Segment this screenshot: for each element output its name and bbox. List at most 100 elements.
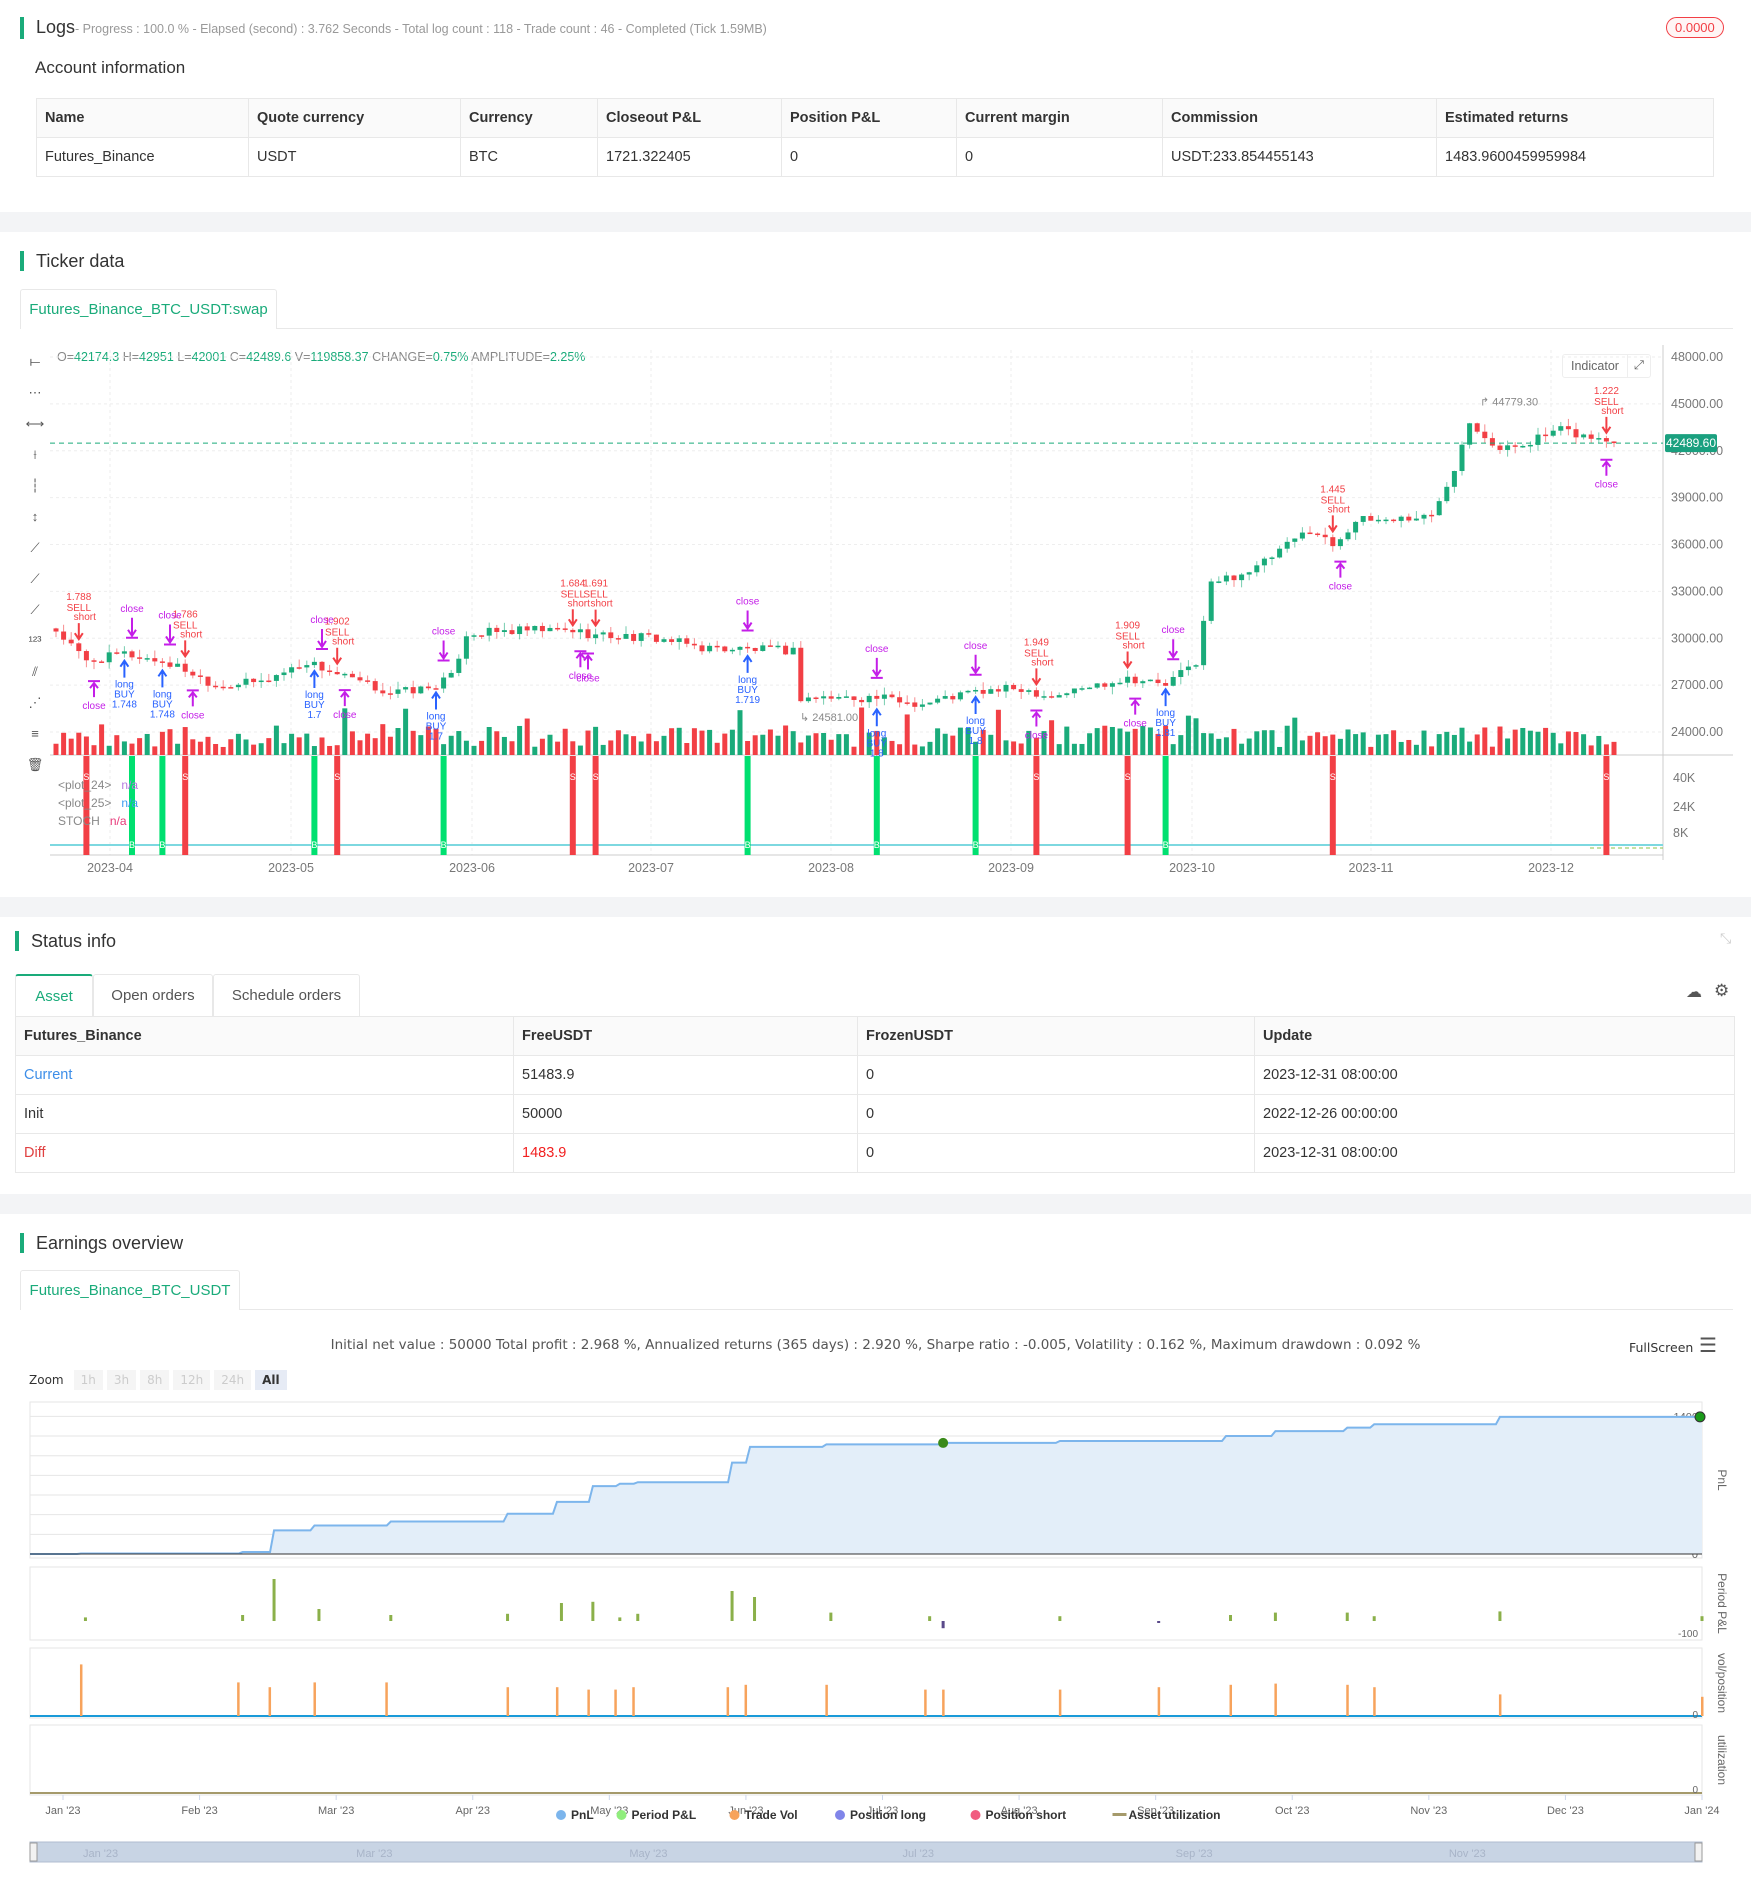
volume-bar	[1178, 735, 1184, 755]
zoom-8h[interactable]: 8h	[140, 1370, 170, 1390]
trade-vol-bar	[313, 1682, 316, 1716]
volume-bar	[251, 744, 257, 755]
volume-bar	[783, 725, 789, 755]
legend-item[interactable]: Asset utilization	[1129, 1808, 1221, 1822]
volume-bar	[243, 739, 249, 755]
volume-bar	[1398, 741, 1404, 755]
candle-body	[623, 633, 629, 639]
legend-item[interactable]: Position short	[986, 1808, 1067, 1822]
volume-bar	[1603, 744, 1609, 755]
close-label: close	[1025, 731, 1049, 742]
navigator-handle[interactable]	[29, 1842, 38, 1862]
volume-bar	[729, 729, 735, 755]
period-pnl-bar	[829, 1612, 833, 1621]
candle-body	[137, 657, 143, 659]
volume-bar	[707, 729, 713, 755]
navigator-label: May '23	[629, 1848, 667, 1860]
volume-bar	[1269, 730, 1275, 755]
zoom-12h[interactable]: 12h	[173, 1370, 211, 1390]
volume-bar	[539, 738, 545, 755]
x-tick-label: Feb '23	[181, 1805, 217, 1817]
candle-body	[517, 626, 523, 635]
volume-bar	[593, 726, 599, 755]
volume-bar	[137, 738, 143, 755]
tab-asset[interactable]: Asset	[15, 974, 93, 1016]
trade-vol-bar	[1274, 1683, 1277, 1716]
cell: 1483.9	[513, 1133, 858, 1173]
zoom-1h[interactable]: 1h	[73, 1370, 103, 1390]
tab-schedule-orders[interactable]: Schedule orders	[213, 974, 360, 1016]
trade-vol-bar	[924, 1689, 927, 1716]
asset-table: Futures_Binance FreeUSDT FrozenUSDT Upda…	[15, 1016, 1735, 1173]
volume-bar	[1003, 740, 1009, 755]
trade-vol-bar	[237, 1682, 240, 1716]
menu-icon[interactable]: ☰	[1699, 1333, 1717, 1358]
volume-bar	[1565, 731, 1571, 755]
cloud-download-icon[interactable]: ☁	[1686, 982, 1702, 1002]
date-tick-label: 2023-12	[1528, 861, 1574, 875]
volume-bar	[494, 731, 500, 755]
legend-item[interactable]: Period P&L	[632, 1808, 697, 1822]
volume-bar	[935, 728, 941, 755]
buy-signal-label: B	[745, 840, 751, 850]
volume-bar	[456, 731, 462, 755]
tab-open-orders[interactable]: Open orders	[93, 974, 213, 1016]
pane-title: vol/position	[1715, 1653, 1729, 1713]
candlestick-chart[interactable]: 48000.0045000.0042000.0039000.0036000.00…	[0, 330, 1751, 890]
legend-item[interactable]: PnL	[571, 1808, 594, 1822]
fullscreen-button[interactable]: FullScreen	[1629, 1340, 1693, 1355]
tab-ticker-symbol[interactable]: Futures_Binance_BTC_USDT:swap	[20, 289, 277, 329]
buy-arrow-icon	[970, 695, 981, 714]
volume-bar	[631, 736, 637, 755]
candle-body	[1497, 445, 1503, 450]
candle-body	[1353, 521, 1359, 533]
util-tick: 0	[1692, 1785, 1698, 1796]
volume-bar	[1375, 734, 1381, 755]
volume-bar	[798, 742, 804, 755]
legend-name: <plot_25>	[58, 796, 112, 810]
volume-bar	[1064, 726, 1070, 755]
volume-bar	[950, 735, 956, 755]
candle-body	[1581, 434, 1587, 438]
volume-bar	[463, 740, 469, 755]
zoom-3h[interactable]: 3h	[106, 1370, 137, 1390]
volume-bar	[1170, 744, 1176, 755]
volume-bar	[1185, 715, 1191, 755]
sell-value: 1.909	[1115, 620, 1140, 631]
collapse-icon[interactable]: ⤡	[1720, 930, 1731, 947]
volume-bar	[653, 741, 659, 755]
candle-body	[463, 636, 469, 659]
volume-bar	[1193, 718, 1199, 755]
tab-divider	[240, 1309, 1733, 1310]
buy-signal-label: B	[1163, 840, 1169, 850]
candle-body	[190, 671, 196, 676]
volume-bar	[159, 731, 165, 755]
candle-body	[965, 690, 971, 693]
col-commission: Commission	[1162, 98, 1437, 138]
tab-earnings-symbol[interactable]: Futures_Binance_BTC_USDT	[20, 1270, 240, 1310]
earnings-chart[interactable]: PnLPeriod P&Lvol/positionutilization0200…	[0, 1395, 1751, 1891]
close-arrow-icon	[1167, 639, 1180, 661]
legend-name: STOCH	[58, 814, 100, 828]
candle-body	[1018, 689, 1024, 692]
gear-icon[interactable]: ⚙	[1714, 981, 1729, 1001]
volume-bar	[304, 733, 310, 755]
zoom-all[interactable]: All	[255, 1370, 287, 1390]
zoom-24h[interactable]: 24h	[214, 1370, 252, 1390]
navigator-handle[interactable]	[1694, 1842, 1703, 1862]
volume-bar	[357, 740, 363, 755]
period-pnl-bar	[559, 1603, 563, 1621]
candle-body	[631, 633, 637, 641]
volume-bar	[524, 718, 530, 755]
date-tick-label: 2023-09	[988, 861, 1034, 875]
candle-body	[1223, 575, 1229, 582]
legend-item[interactable]: Position long	[850, 1808, 926, 1822]
volume-bar	[418, 735, 424, 755]
candle-body	[372, 681, 378, 691]
candle-body	[1117, 682, 1123, 685]
legend-item[interactable]: Trade Vol	[745, 1808, 798, 1822]
candle-body	[1132, 676, 1138, 684]
sell-signal-label: S	[570, 772, 576, 782]
candle-body	[1565, 426, 1571, 430]
candle-body	[1527, 444, 1533, 447]
